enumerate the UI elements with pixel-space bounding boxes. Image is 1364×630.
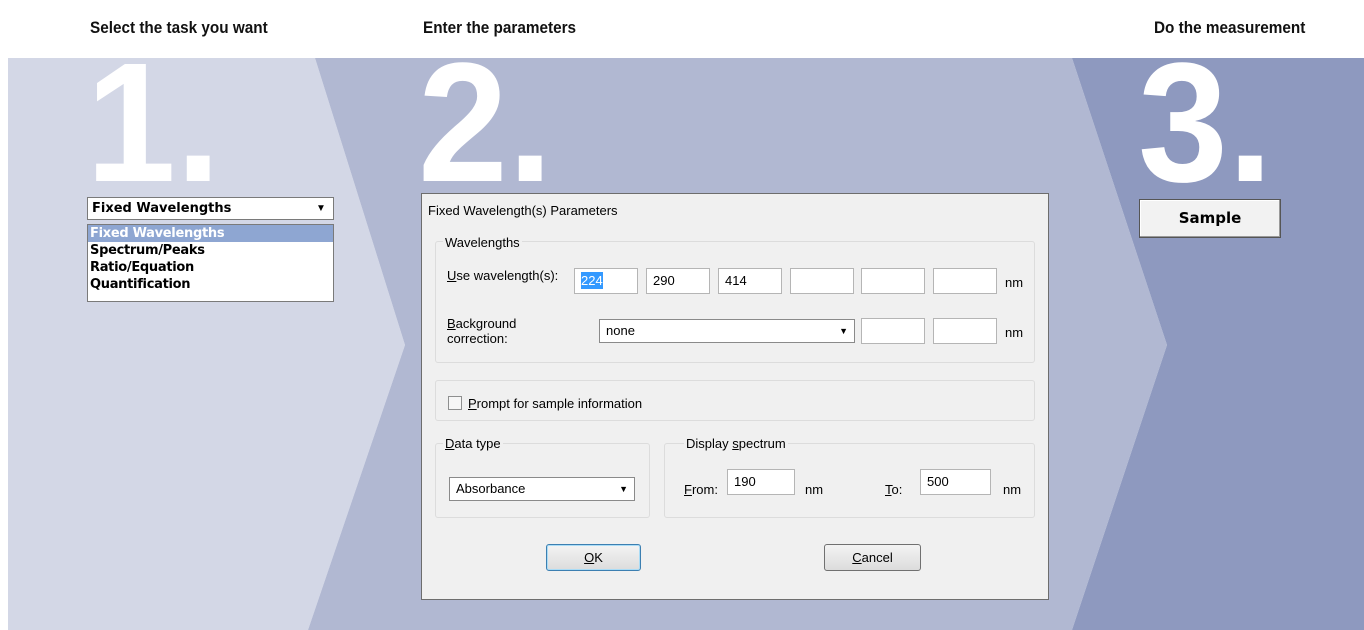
wavelength-input-3[interactable]: 414	[718, 268, 782, 294]
data-type-label: Data type	[443, 436, 503, 451]
from-unit: nm	[805, 482, 824, 497]
use-wavelengths-label: Use wavelength(s):	[447, 268, 559, 283]
dialog-title: Fixed Wavelength(s) Parameters	[428, 203, 618, 218]
wavelength-input-4[interactable]	[790, 268, 854, 294]
background-unit: nm	[1005, 325, 1024, 340]
wavelength-input-5[interactable]	[861, 268, 925, 294]
chevron-down-icon: ▼	[619, 484, 628, 494]
task-option[interactable]: Quantification	[88, 276, 333, 293]
task-select[interactable]: Fixed Wavelengths ▼	[87, 197, 334, 220]
task-option[interactable]: Spectrum/Peaks	[88, 242, 333, 259]
step1-number: 1.	[86, 28, 221, 218]
wavelength-input-6[interactable]	[933, 268, 997, 294]
data-type-value: Absorbance	[456, 481, 526, 496]
background-input-1[interactable]	[861, 318, 925, 344]
prompt-sample-info-checkbox[interactable]	[448, 396, 462, 410]
from-input[interactable]: 190	[727, 469, 795, 495]
wavelengths-group	[435, 241, 1035, 363]
chevron-down-icon: ▼	[839, 326, 848, 336]
wavelengths-group-label: Wavelengths	[443, 235, 522, 250]
to-unit: nm	[1003, 482, 1022, 497]
cancel-button[interactable]: Cancel	[824, 544, 921, 571]
step3-number: 3.	[1138, 28, 1273, 218]
wavelength-input-2[interactable]: 290	[646, 268, 710, 294]
ok-button[interactable]: OK	[546, 544, 641, 571]
to-input[interactable]: 500	[920, 469, 991, 495]
background-correction-value: none	[606, 323, 635, 338]
wavelength-input-1[interactable]: 224	[574, 268, 638, 294]
data-type-select[interactable]: Absorbance ▼	[449, 477, 635, 501]
background-correction-label: Background correction:	[447, 316, 517, 346]
to-label: To:	[885, 482, 903, 497]
sample-button[interactable]: Sample	[1139, 199, 1281, 238]
task-option[interactable]: Ratio/Equation	[88, 259, 333, 276]
parameters-dialog: Fixed Wavelength(s) Parameters Wavelengt…	[421, 193, 1049, 600]
chevron-down-icon[interactable]: ▼	[311, 200, 331, 217]
prompt-sample-info-label: Prompt for sample information	[468, 396, 643, 411]
background-input-2[interactable]	[933, 318, 997, 344]
display-spectrum-label: Display spectrum	[684, 436, 788, 451]
background-correction-select[interactable]: none ▼	[599, 319, 855, 343]
task-option[interactable]: Fixed Wavelengths	[88, 225, 333, 242]
wavelength-unit: nm	[1005, 275, 1024, 290]
task-list: Fixed Wavelengths Spectrum/Peaks Ratio/E…	[87, 224, 334, 302]
step2-number: 2.	[418, 28, 553, 218]
from-label: From:	[684, 482, 718, 497]
task-select-value: Fixed Wavelengths	[92, 201, 232, 216]
